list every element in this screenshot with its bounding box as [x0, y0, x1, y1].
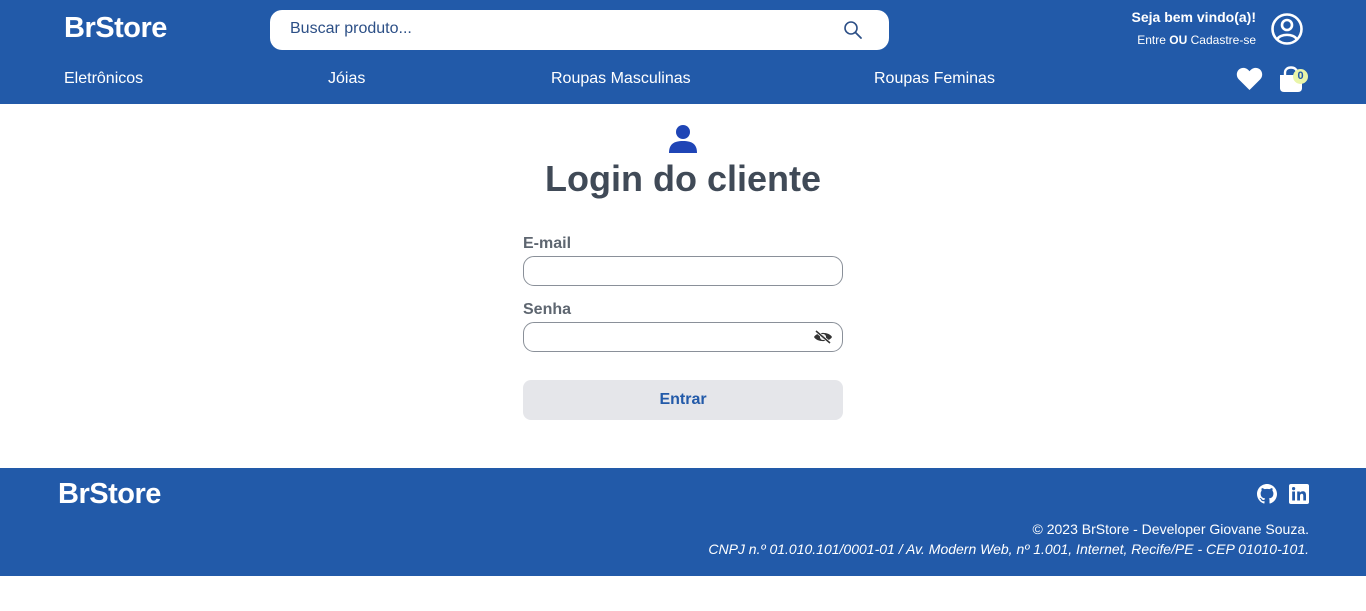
footer-logo[interactable]: BrStore — [58, 478, 161, 511]
login-link[interactable]: Entre — [1137, 33, 1166, 47]
header: BrStore Buscar produto... Seja bem vindo… — [0, 0, 1366, 104]
or-text: OU — [1169, 33, 1188, 47]
email-label: E-mail — [523, 235, 572, 252]
person-icon — [669, 125, 697, 153]
nav-item-roupas-masculinas[interactable]: Roupas Masculinas — [551, 70, 691, 88]
nav-item-roupas-femininas[interactable]: Roupas Feminas — [874, 70, 995, 88]
search-icon[interactable] — [843, 20, 863, 40]
email-field[interactable] — [523, 256, 843, 286]
logo[interactable]: BrStore — [64, 12, 167, 45]
password-label: Senha — [523, 301, 572, 318]
auth-links: Entre OU Cadastre-se — [1132, 33, 1256, 47]
page-title: Login do cliente — [545, 158, 821, 199]
nav-item-joias[interactable]: Jóias — [328, 70, 365, 88]
cart-count-badge: 0 — [1293, 69, 1308, 84]
copyright-text: © 2023 BrStore - Developer Giovane Souza… — [1032, 521, 1309, 537]
password-field[interactable] — [523, 322, 843, 352]
search-input[interactable]: Buscar produto... — [290, 20, 412, 38]
footer: BrStore © 2023 BrStore - Developer Giova… — [0, 468, 1366, 576]
github-icon[interactable] — [1257, 484, 1277, 504]
company-address: CNPJ n.º 01.010.101/0001-01 / Av. Modern… — [708, 541, 1309, 557]
welcome-box: Seja bem vindo(a)! Entre OU Cadastre-se — [1132, 9, 1256, 47]
linkedin-icon[interactable] — [1289, 484, 1309, 504]
heart-icon[interactable] — [1236, 66, 1263, 91]
welcome-title: Seja bem vindo(a)! — [1131, 9, 1256, 25]
register-link[interactable]: Cadastre-se — [1191, 33, 1256, 47]
nav-item-eletronicos[interactable]: Eletrônicos — [64, 70, 143, 88]
user-circle-icon[interactable] — [1270, 12, 1304, 46]
search-bar[interactable]: Buscar produto... — [270, 10, 889, 50]
login-submit-button[interactable]: Entrar — [523, 380, 843, 420]
eye-slash-icon[interactable] — [813, 330, 833, 344]
